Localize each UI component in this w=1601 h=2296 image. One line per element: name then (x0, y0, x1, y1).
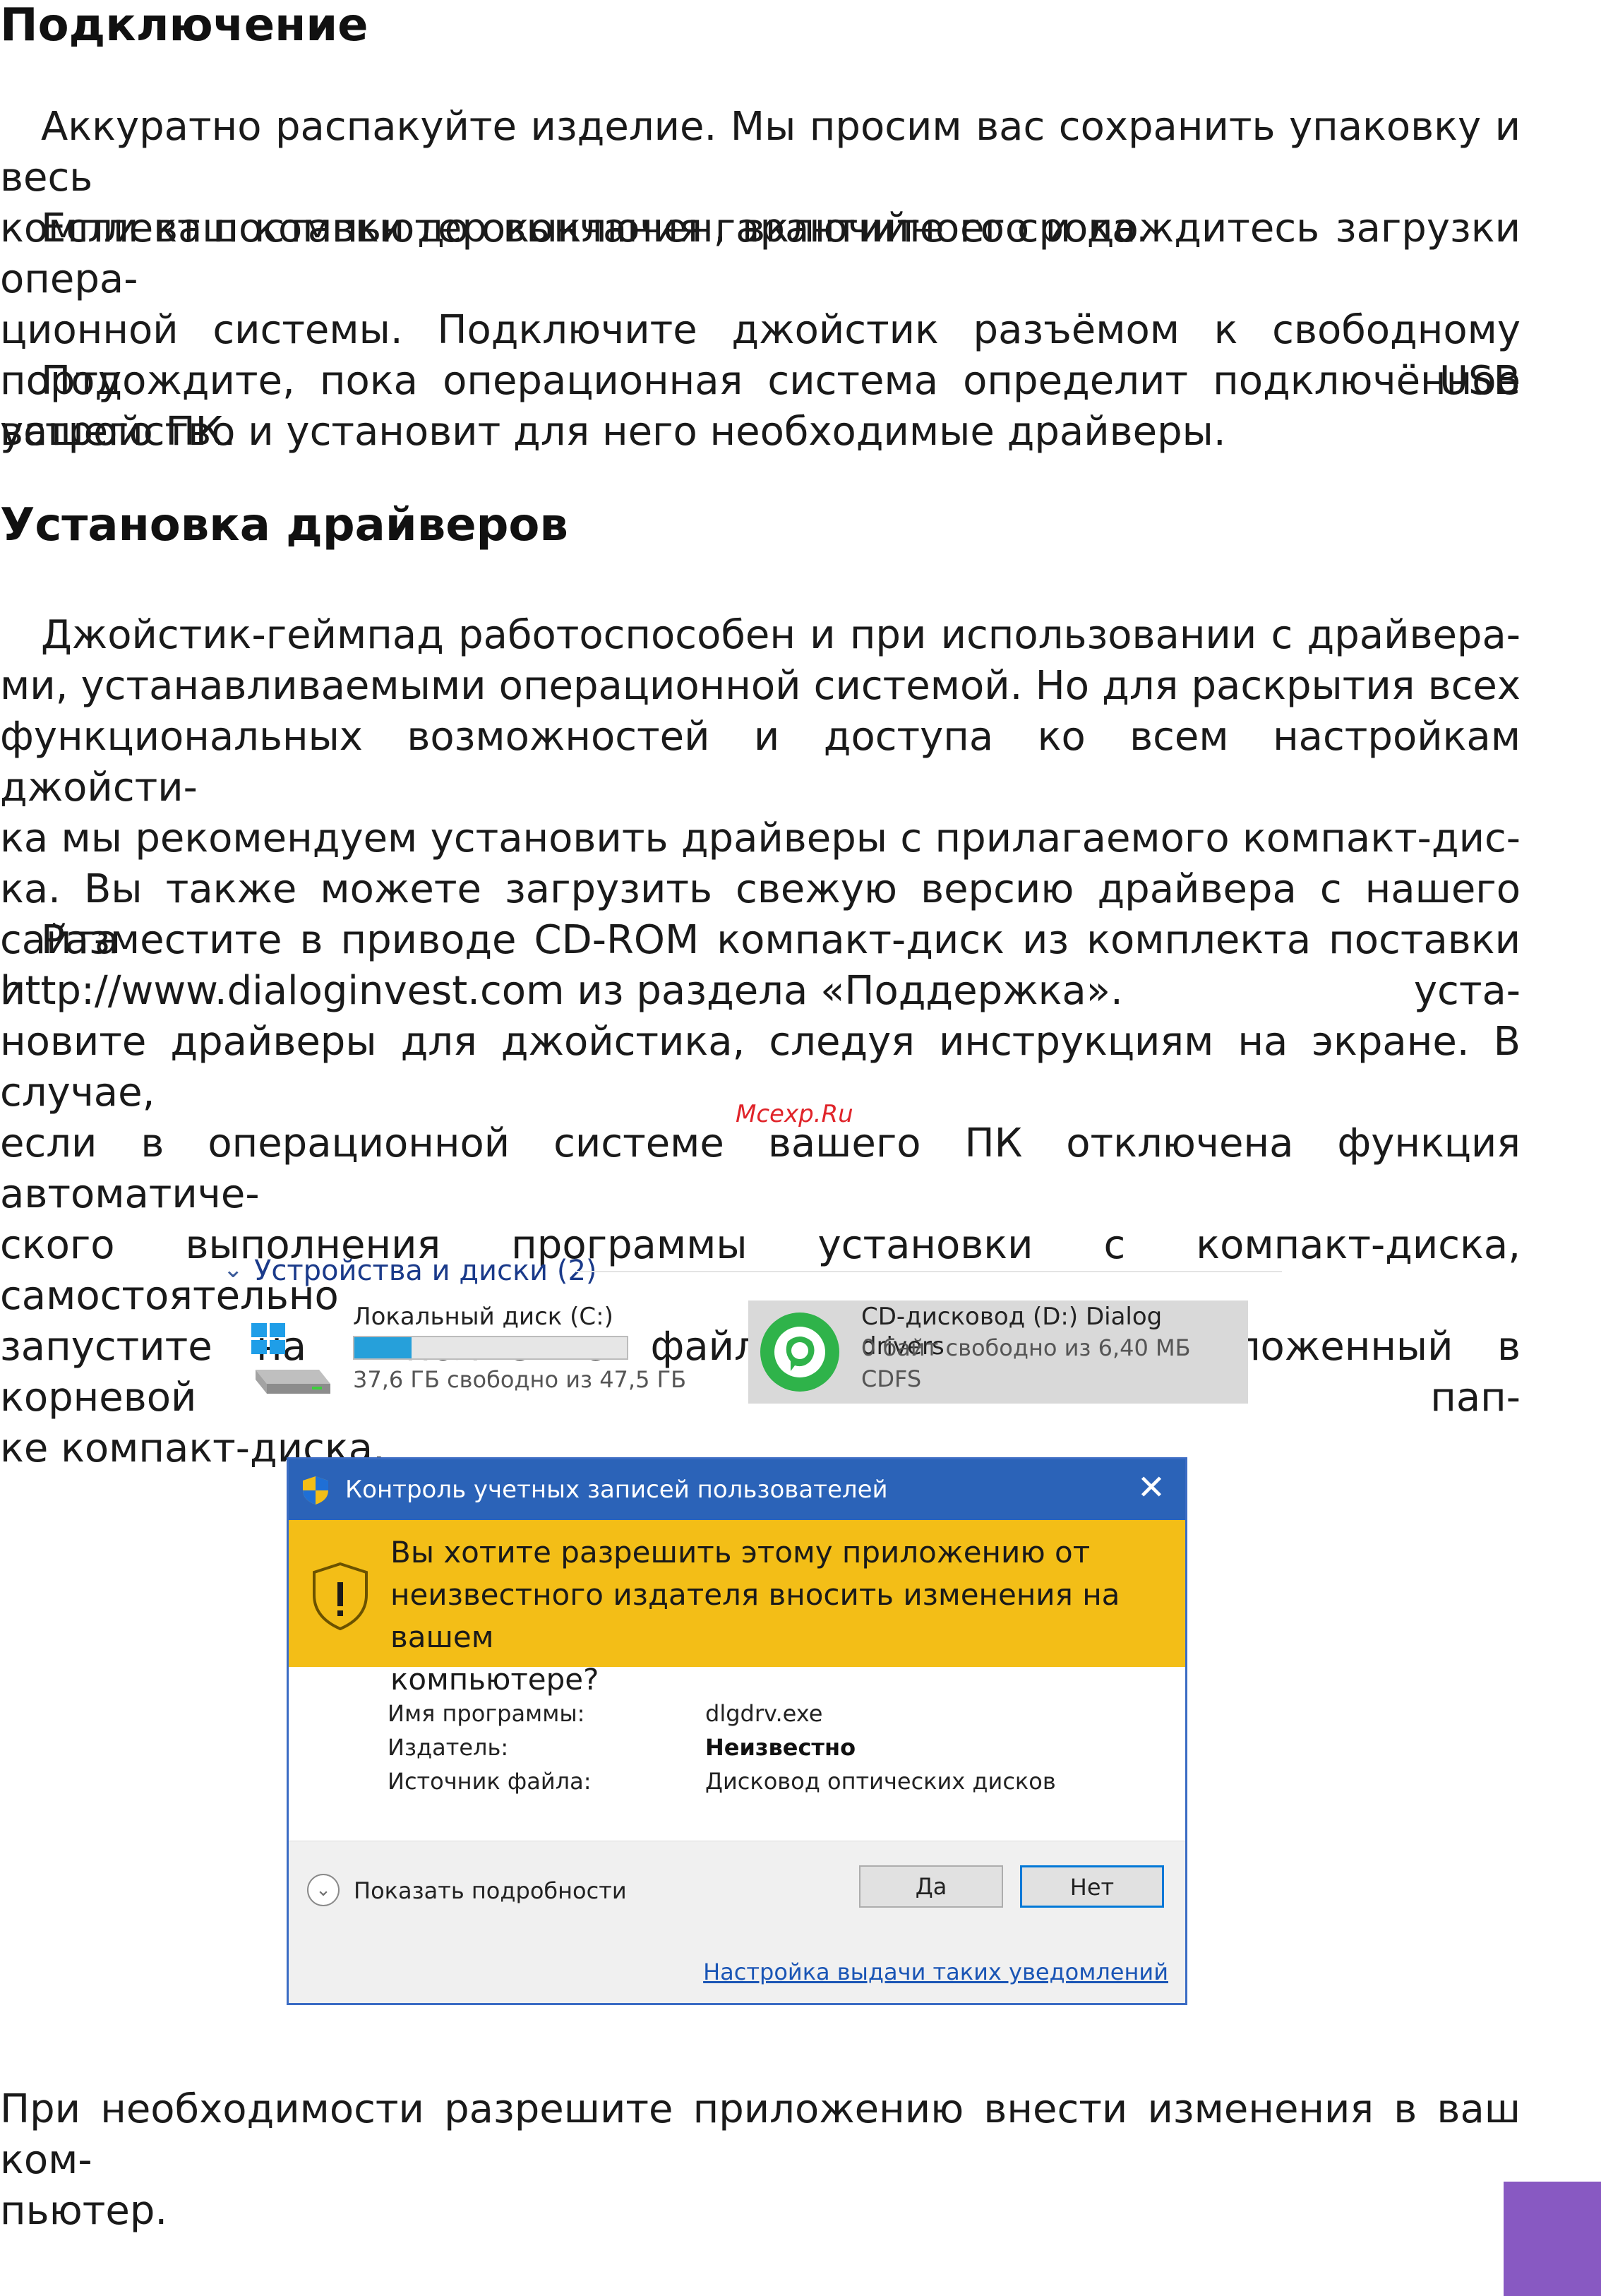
warning-shield-icon (313, 1562, 368, 1631)
info-value: dlgdrv.exe (705, 1700, 823, 1727)
no-button[interactable]: Нет (1020, 1865, 1164, 1908)
text-line: ка мы рекомендуем установить драйверы с … (0, 815, 1521, 861)
uac-titlebar: Контроль учетных записей пользователей ✕ (289, 1459, 1185, 1520)
info-key: Источник файла: (388, 1768, 592, 1795)
uac-question-line: Вы хотите разрешить этому приложению от (390, 1535, 1091, 1569)
uac-question: Вы хотите разрешить этому приложению от … (390, 1531, 1167, 1701)
watermark: Mcexp.Ru (736, 1100, 853, 1128)
uac-question-line: компьютере? (390, 1662, 599, 1697)
drive-c-free-space: 37,6 ГБ свободно из 47,5 ГБ (353, 1366, 687, 1393)
info-row-source: Источник файла: Дисковод оптических диск… (388, 1764, 1164, 1798)
drive-c-tile[interactable]: Локальный диск (C:) 37,6 ГБ свободно из … (248, 1299, 743, 1405)
info-key: Издатель: (388, 1734, 509, 1761)
text-line: Если ваш компьютер выключен, включите ег… (0, 205, 1521, 302)
uac-question-line: неизвестного издателя вносить изменения … (390, 1577, 1120, 1654)
uac-footer: ⌄ Показать подробности Да Нет Настройка … (289, 1841, 1185, 2003)
chevron-down-icon: ⌄ (307, 1874, 340, 1906)
text-line: Аккуратно распакуйте изделие. Мы просим … (0, 104, 1521, 201)
uac-title: Контроль учетных записей пользователей (345, 1476, 888, 1504)
uac-question-banner: Вы хотите разрешить этому приложению от … (289, 1520, 1185, 1697)
text-line: устройство и установит для него необходи… (0, 409, 1226, 455)
divider (576, 1271, 1282, 1272)
drive-c-name: Локальный диск (C:) (353, 1303, 613, 1331)
paragraph-wait: Подождите, пока операционная система опр… (0, 356, 1521, 458)
close-icon[interactable]: ✕ (1130, 1466, 1173, 1509)
show-details-label: Показать подробности (354, 1877, 627, 1904)
text-line: функциональных возможностей и доступа ко… (0, 714, 1521, 811)
dialog-disc-icon (760, 1313, 839, 1392)
page-corner-marker (1504, 2182, 1601, 2296)
text-line: ми, устанавливаемыми операционной систем… (0, 663, 1521, 709)
heading-driver-install: Установка драйверов (0, 499, 568, 551)
text-line: Разместите в приводе CD-ROM компакт-диск… (0, 917, 1521, 1014)
devices-group-label: Устройства и диски (2) (254, 1255, 597, 1287)
drive-c-usage-bar (353, 1336, 628, 1360)
yes-button[interactable]: Да (859, 1865, 1003, 1908)
text-line: если в операционной системе вашего ПК от… (0, 1120, 1521, 1217)
info-row-publisher: Издатель: Неизвестно (388, 1730, 1164, 1764)
uac-dialog: Контроль учетных записей пользователей ✕… (287, 1457, 1187, 2005)
text-line: При необходимости разрешите приложению в… (0, 2086, 1521, 2183)
drive-d-filesystem: CDFS (861, 1365, 922, 1392)
chevron-down-icon: ⌄ (223, 1255, 244, 1284)
drive-d-free-space: 0 байт свободно из 6,40 МБ (861, 1334, 1191, 1361)
paragraph-allow-changes: При необходимости разрешите приложению в… (0, 2084, 1521, 2237)
text-line: Подождите, пока операционная система опр… (41, 358, 1521, 404)
uac-shield-icon (303, 1476, 328, 1505)
uac-program-info: Имя программы: dlgdrv.exe Издатель: Неиз… (388, 1697, 1164, 1798)
info-row-program: Имя программы: dlgdrv.exe (388, 1697, 1164, 1730)
devices-group-header[interactable]: ⌄ Устройства и диски (2) (223, 1251, 1282, 1291)
drive-d-tile[interactable]: CD-дисковод (D:) Dialog drivers 0 байт с… (748, 1301, 1248, 1404)
text-line: пьютер. (0, 2188, 168, 2234)
notification-settings-link[interactable]: Настройка выдачи таких уведомлений (703, 1956, 1168, 1988)
drive-c-usage-fill (354, 1337, 412, 1358)
info-key: Имя программы: (388, 1700, 585, 1727)
heading-connection: Подключение (0, 0, 368, 52)
hard-drive-icon (251, 1323, 330, 1394)
info-value: Неизвестно (705, 1734, 856, 1761)
info-value: Дисковод оптических дисков (705, 1768, 1056, 1795)
text-line: Джойстик-геймпад работоспособен и при ис… (41, 612, 1521, 658)
